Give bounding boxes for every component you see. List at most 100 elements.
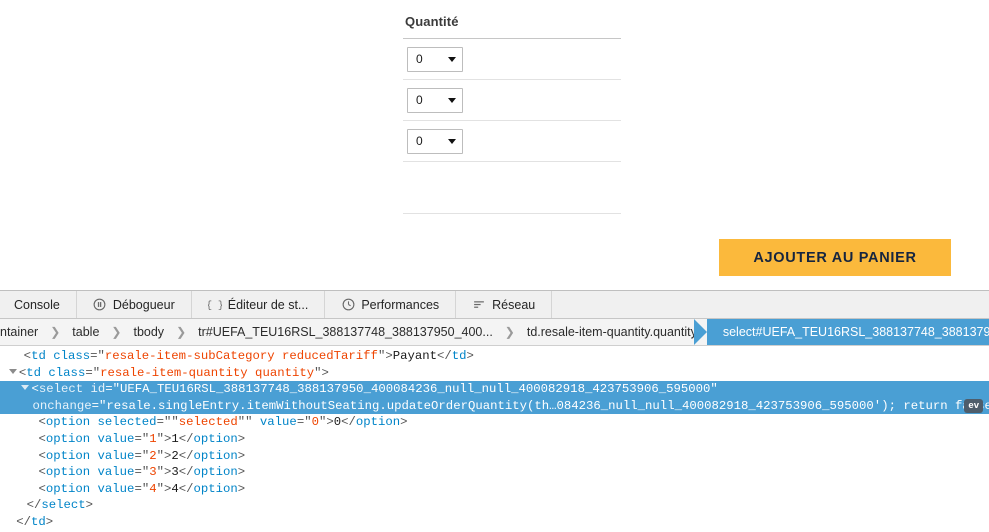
markup-view[interactable]: <td class="resale-item-subCategory reduc… [0,346,989,532]
markup-token-attr: id [90,382,106,397]
quantity-select-2[interactable]: 0 [407,87,463,113]
markup-token-punct: </ [178,465,194,480]
breadcrumb-item-label: ntainer [0,325,39,339]
markup-token-punct: < [38,481,46,496]
markup-token-punct: </ [436,349,452,363]
markup-token-tag: option [193,481,238,496]
markup-token-attrval: 3 [149,465,157,480]
markup-line[interactable]: <option value="1">1</option> [0,431,989,448]
markup-token-tag: option [45,481,91,496]
expand-twisty-icon[interactable] [8,368,17,374]
stopwatch-icon [341,298,355,312]
tab-debugger[interactable]: Débogueur [76,291,192,318]
braces-icon: { } [208,298,222,312]
markup-line[interactable]: <td class="resale-item-quantity quantity… [0,365,989,382]
expand-twisty-icon[interactable] [21,385,30,391]
markup-token-punct: "> [377,349,393,363]
markup-token-punct: > [237,481,246,496]
markup-token-punct: > [400,415,408,430]
quantity-select-1-value: 0 [416,52,423,66]
event-listener-badge[interactable]: ev [964,398,983,413]
markup-line[interactable]: onchange="resale.singleEntry.itemWithout… [0,397,989,415]
markup-line[interactable]: <td class="resale-item-subCategory reduc… [0,348,989,365]
markup-token-punct: "> [156,481,172,496]
markup-token-punct: </ [178,481,194,496]
markup-token-punct: </ [26,498,42,513]
breadcrumb: ntainer ❯ table ❯ tbody ❯ tr#UEFA_TEU16R… [0,319,989,346]
breadcrumb-item-td[interactable]: td.resale-item-quantity.quantity [517,319,707,345]
markup-token-text: 2 [171,448,179,463]
chevron-right-icon: ❯ [111,325,122,339]
markup-token-tag: select [38,382,84,397]
tab-performance[interactable]: Performances [325,291,457,318]
markup-line[interactable]: <select id="UEFA_TEU16RSL_388137748_3881… [0,381,989,398]
markup-token-attr: value [97,481,135,496]
markup-line[interactable]: <option value="4">4</option> [0,481,989,498]
chevron-right-icon: ❯ [504,325,515,339]
quantity-row: 0 [403,39,621,79]
markup-token-punct: "> [314,365,329,380]
markup-token-punct: =" [296,415,312,430]
network-icon [472,298,486,312]
breadcrumb-item-container[interactable]: ntainer [0,319,48,345]
markup-token-punct: "> [156,431,172,446]
devtools-tab-bar: Console Débogueur { } Éditeur de st... P… [0,291,989,319]
breadcrumb-item-label: select#UEFA_TEU16RSL_388137748_388137950… [722,325,989,339]
markup-token-attr: class [48,365,86,380]
markup-token-punct: "" [237,415,260,430]
markup-token-tag: option [45,415,91,430]
markup-line[interactable]: </select> [0,497,989,514]
markup-token-tag: option [193,431,238,446]
markup-token-text: 4 [171,481,179,496]
tab-debugger-label: Débogueur [112,297,175,312]
tab-style-editor-label: Éditeur de st... [227,297,309,312]
markup-token-punct: < [23,349,32,363]
breadcrumb-item-label: tr#UEFA_TEU16RSL_388137748_388137950_400… [198,325,493,339]
markup-token-tag: option [45,465,91,480]
markup-line[interactable]: <option value="2">2</option> [0,448,989,465]
tab-style-editor[interactable]: { } Éditeur de st... [191,291,326,318]
quantity-row: 0 [403,121,621,161]
markup-line[interactable]: <option value="3">3</option> [0,464,989,481]
markup-token-punct: "> [156,448,172,463]
markup-line[interactable]: </td> [0,514,989,531]
markup-token-punct [90,449,97,463]
breadcrumb-item-tr[interactable]: tr#UEFA_TEU16RSL_388137748_388137950_400… [188,319,503,345]
markup-token-punct: =" [134,448,150,463]
markup-token-punct: </ [178,448,194,463]
quantity-select-1[interactable]: 0 [407,46,463,72]
markup-token-attr: value [259,415,297,430]
markup-token-punct [83,382,90,396]
markup-token-punct: </ [178,431,194,446]
chevron-down-icon [448,97,456,103]
quantity-select-3[interactable]: 0 [407,128,463,154]
markup-token-attrval: 2 [149,448,157,463]
breadcrumb-item-tbody[interactable]: tbody [123,319,174,345]
markup-token-punct: </ [341,415,356,430]
tab-network[interactable]: Réseau [456,291,553,318]
markup-token-attr: class [53,349,91,363]
svg-text:{ }: { } [208,300,222,311]
pause-icon [93,298,107,312]
breadcrumb-item-select[interactable]: select#UEFA_TEU16RSL_388137748_388137950… [693,319,989,345]
tab-performance-label: Performances [361,297,440,312]
markup-token-tag: td [31,349,46,363]
markup-token-punct: < [38,448,46,463]
add-to-cart-button[interactable]: AJOUTER AU PANIER [719,239,951,276]
markup-token-punct: > [466,349,474,363]
chevron-right-icon: ❯ [50,325,61,339]
footer-divider [403,213,621,214]
markup-token-punct: > [85,498,94,513]
markup-token-text: 1 [171,431,179,446]
markup-token-punct: " [710,382,718,397]
column-spacer [403,162,621,213]
tab-network-label: Réseau [492,297,536,312]
quantity-column-header: Quantité [405,14,459,29]
markup-token-punct: < [31,382,39,397]
markup-line[interactable]: <option selected=""selected"" value="0">… [0,414,989,431]
breadcrumb-item-table[interactable]: table [62,319,109,345]
markup-token-punct: "> [156,465,172,480]
markup-token-attr: value [97,465,135,480]
breadcrumb-item-label: table [72,325,100,339]
tab-console[interactable]: Console [0,291,77,318]
